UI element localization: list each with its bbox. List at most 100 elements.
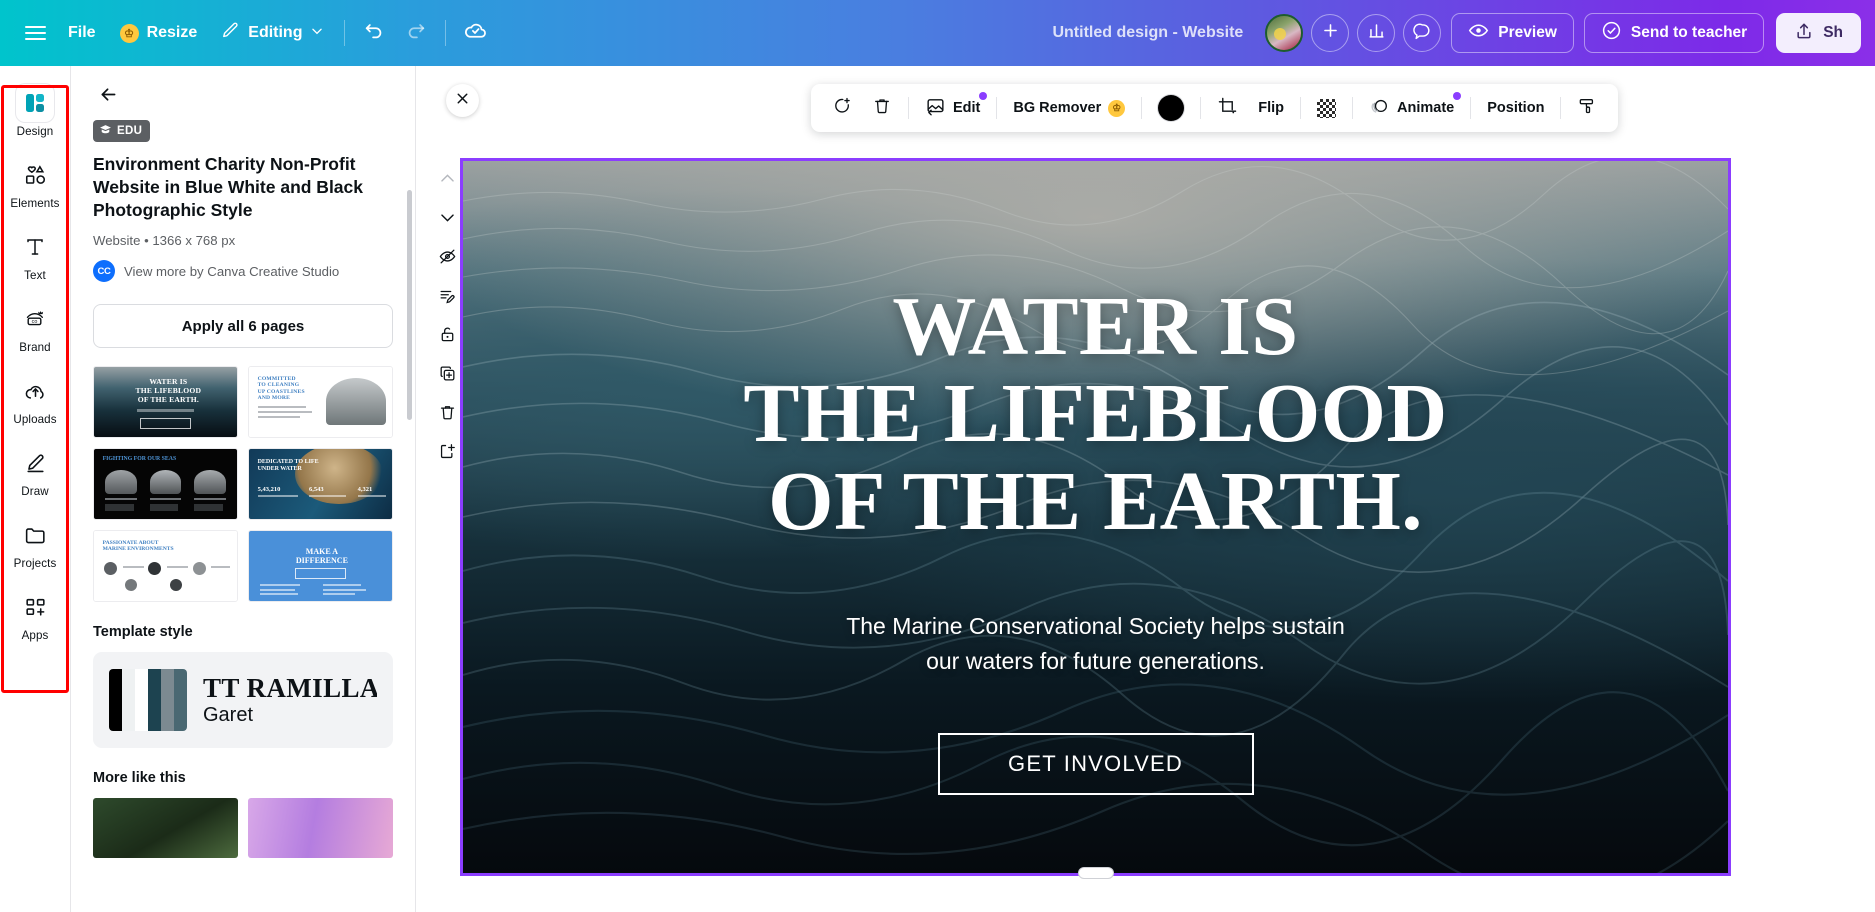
delete-button[interactable] bbox=[863, 90, 901, 126]
get-involved-button[interactable]: GET INVOLVED bbox=[937, 733, 1254, 795]
plus-icon bbox=[1321, 21, 1340, 45]
sidebar-item-draw[interactable]: Draw bbox=[2, 438, 68, 502]
send-to-teacher-button[interactable]: Send to teacher bbox=[1583, 13, 1765, 53]
avatar[interactable] bbox=[1265, 14, 1304, 52]
magic-write-button[interactable] bbox=[823, 90, 861, 126]
paint-roller-icon bbox=[1577, 96, 1597, 120]
thumb2-heading: COMMITTED TO CLEANING UP COASTLINES AND MOR… bbox=[257, 375, 305, 401]
template-style-heading: Template style bbox=[93, 624, 193, 641]
sidebar-item-projects[interactable]: Projects bbox=[2, 510, 68, 574]
hide-page-button[interactable] bbox=[429, 242, 465, 276]
template-style-card[interactable]: TT RAMILLAS Garet bbox=[93, 652, 393, 749]
comments-button[interactable] bbox=[1403, 14, 1442, 52]
trash-icon bbox=[872, 96, 892, 120]
main-menu-button[interactable] bbox=[14, 12, 56, 54]
template-title: Environment Charity Non-Profit Website i… bbox=[93, 154, 364, 221]
apply-all-pages-button[interactable]: Apply all 6 pages bbox=[93, 304, 393, 349]
page-tools bbox=[424, 164, 470, 471]
brand-crown-icon: co bbox=[16, 300, 54, 338]
toolbar-divider-1 bbox=[344, 20, 346, 46]
position-button[interactable]: Position bbox=[1478, 90, 1553, 126]
sidebar-label-text: Text bbox=[24, 269, 46, 282]
selection-divider-2 bbox=[996, 97, 998, 119]
redo-icon bbox=[405, 20, 427, 47]
redo-button[interactable] bbox=[395, 12, 437, 54]
design-headline[interactable]: WATER IS THE LIFEBLOOD OF THE EARTH. bbox=[463, 283, 1728, 545]
editing-mode-button[interactable]: Editing bbox=[209, 13, 336, 53]
more-thumb-2[interactable] bbox=[248, 798, 393, 859]
style-button[interactable] bbox=[1568, 90, 1606, 126]
sidebar-item-text[interactable]: Text bbox=[2, 222, 68, 286]
design-page[interactable]: WATER IS THE LIFEBLOOD OF THE EARTH. The… bbox=[460, 158, 1731, 876]
color-button[interactable] bbox=[1149, 90, 1193, 126]
undo-button[interactable] bbox=[353, 12, 395, 54]
selection-divider-4 bbox=[1200, 97, 1202, 119]
selection-divider-1 bbox=[908, 97, 909, 119]
page-thumb-5[interactable]: PASSIONATE ABOUT MARINE ENVIRONMENTS bbox=[93, 530, 238, 603]
page-thumb-2[interactable]: COMMITTED TO CLEANING UP COASTLINES AND MOR… bbox=[248, 366, 393, 439]
cloud-save-status-button[interactable] bbox=[454, 12, 496, 54]
left-rail: Design Elements Text co Brand Uploads Dr… bbox=[0, 66, 71, 912]
sidebar-item-uploads[interactable]: Uploads bbox=[2, 366, 68, 430]
panel-scrollbar[interactable] bbox=[407, 190, 412, 420]
design-page-wrapper: WATER IS THE LIFEBLOOD OF THE EARTH. The… bbox=[460, 158, 1731, 878]
insights-button[interactable] bbox=[1357, 14, 1396, 52]
page-thumb-4[interactable]: DEDICATED TO LIFE UNDER WATER 5,43,210 6,… bbox=[248, 448, 393, 521]
page-thumb-3[interactable]: FIGHTING FOR OUR SEAS bbox=[93, 448, 238, 521]
design-subheadline[interactable]: The Marine Conservational Society helps … bbox=[463, 609, 1728, 678]
sidebar-label-projects: Projects bbox=[13, 557, 57, 570]
sidebar-label-design: Design bbox=[16, 125, 54, 138]
pencil-draw-icon bbox=[16, 444, 54, 482]
top-bar: File ♔ Resize Editing Untitled design - … bbox=[0, 0, 1875, 66]
share-button[interactable]: Sh bbox=[1776, 13, 1861, 53]
template-author-link[interactable]: CC View more by Canva Creative Studio bbox=[93, 260, 393, 283]
bg-remover-button[interactable]: BG Remover ♔ bbox=[1004, 90, 1134, 126]
page-notes-button[interactable] bbox=[429, 281, 465, 315]
sidebar-item-design[interactable]: Design bbox=[2, 78, 68, 142]
trash-icon bbox=[438, 403, 457, 427]
resize-button[interactable]: ♔ Resize bbox=[108, 13, 210, 53]
page-thumb-1[interactable]: WATER IS THE LIFEBLOOD OF THE EARTH. bbox=[93, 366, 238, 439]
more-like-this-grid bbox=[93, 798, 393, 859]
sidebar-item-brand[interactable]: co Brand bbox=[2, 294, 68, 358]
editing-label: Editing bbox=[248, 24, 303, 41]
page-thumb-6[interactable]: MAKE A DIFFERENCE bbox=[248, 530, 393, 603]
workspace: Edit BG Remover ♔ Flip Animate Position … bbox=[416, 66, 1875, 912]
cloud-saved-icon bbox=[463, 18, 488, 48]
crop-button[interactable] bbox=[1208, 90, 1247, 126]
sidebar-item-apps[interactable]: Apps bbox=[2, 582, 68, 646]
duplicate-page-button[interactable] bbox=[429, 359, 465, 393]
lock-page-button[interactable] bbox=[429, 320, 465, 354]
page-resize-handle[interactable] bbox=[1078, 868, 1113, 878]
sidebar-label-draw: Draw bbox=[21, 485, 49, 498]
panel-back-button[interactable] bbox=[91, 80, 125, 114]
sidebar-item-elements[interactable]: Elements bbox=[2, 150, 68, 214]
chevron-down-icon bbox=[438, 208, 457, 232]
share-upload-icon bbox=[1794, 21, 1814, 46]
transparency-button[interactable] bbox=[1308, 90, 1345, 126]
style-color-swatches bbox=[109, 669, 187, 732]
move-page-up-button[interactable] bbox=[429, 164, 465, 198]
edit-image-button[interactable]: Edit bbox=[916, 90, 989, 126]
svg-text:co: co bbox=[32, 319, 38, 325]
file-menu-button[interactable]: File bbox=[56, 13, 108, 53]
add-collaborator-button[interactable] bbox=[1311, 14, 1350, 52]
undo-icon bbox=[363, 20, 385, 47]
edu-badge-label: EDU bbox=[117, 125, 143, 137]
thumb5-heading: PASSIONATE ABOUT MARINE ENVIRONMENTS bbox=[102, 539, 174, 553]
add-page-button[interactable] bbox=[429, 437, 465, 471]
flip-button[interactable]: Flip bbox=[1249, 90, 1293, 126]
delete-page-button[interactable] bbox=[429, 398, 465, 432]
animate-label: Animate bbox=[1397, 100, 1455, 116]
folder-icon bbox=[16, 516, 54, 554]
more-thumb-1[interactable] bbox=[93, 798, 238, 859]
close-template-button[interactable] bbox=[446, 84, 479, 117]
document-title[interactable]: Untitled design - Website bbox=[1040, 17, 1255, 49]
upload-cloud-icon bbox=[16, 372, 54, 410]
preview-button[interactable]: Preview bbox=[1451, 13, 1574, 53]
move-page-down-button[interactable] bbox=[429, 203, 465, 237]
text-t-icon bbox=[16, 228, 54, 266]
comment-bubble-icon bbox=[1413, 21, 1432, 45]
color-swatch-icon bbox=[1158, 95, 1185, 121]
animate-button[interactable]: Animate bbox=[1360, 90, 1463, 126]
